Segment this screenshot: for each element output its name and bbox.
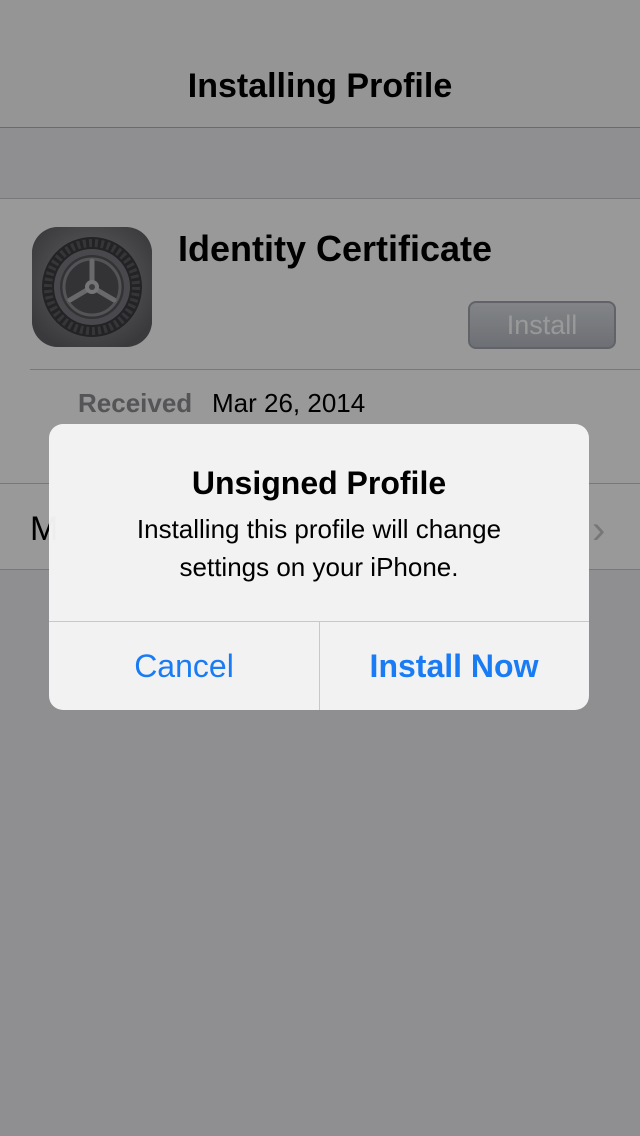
alert-message: Installing this profile will change sett… — [136, 514, 502, 582]
cancel-button[interactable]: Cancel — [49, 622, 319, 710]
unsigned-profile-alert: Unsigned Profile Installing this profile… — [49, 424, 589, 710]
alert-title: Unsigned Profile — [191, 465, 447, 501]
install-now-button[interactable]: Install Now — [319, 622, 589, 710]
alert-actions: Cancel Install Now — [49, 621, 589, 710]
